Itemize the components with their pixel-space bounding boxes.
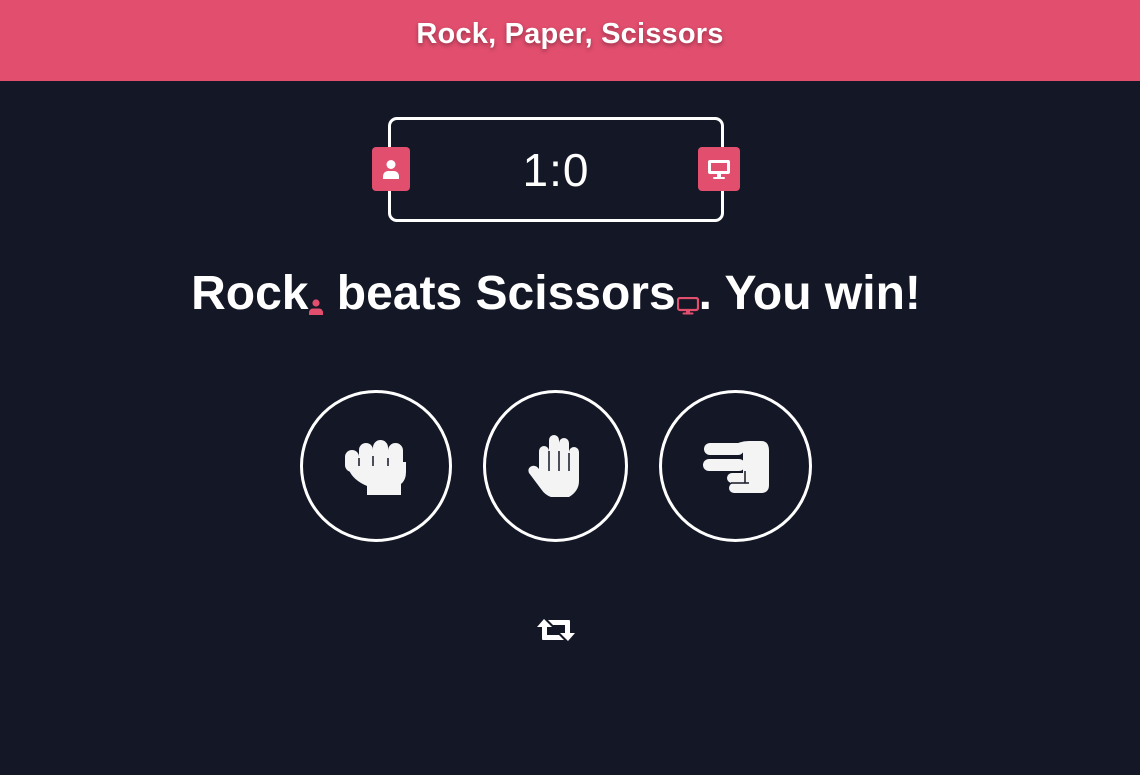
result-outcome: . You win! [698,267,921,320]
app-header: Rock, Paper, Scissors [0,0,1140,81]
computer-badge [698,147,740,191]
hand-scissors-icon [702,441,769,493]
hand-paper-icon [527,435,579,497]
user-mini-icon [309,272,324,327]
restart-button[interactable] [534,614,578,646]
paper-button[interactable] [483,390,628,542]
retweet-icon [537,619,575,641]
hand-rock-icon [345,440,406,495]
user-icon [383,160,399,179]
result-verb: beats [323,267,476,320]
player-move: Rock [191,267,309,320]
desktop-icon [708,160,730,179]
app-title: Rock, Paper, Scissors [416,18,724,50]
round-result: Rock beats Scissors . You win! [0,266,1112,321]
computer-move: Scissors [475,267,676,320]
scoreboard: 1:0 [388,117,724,222]
desktop-mini-icon [676,272,699,327]
rock-button[interactable] [300,390,452,542]
scissors-button[interactable] [659,390,812,542]
score-display: 1:0 [522,143,590,196]
player-badge [372,147,410,191]
